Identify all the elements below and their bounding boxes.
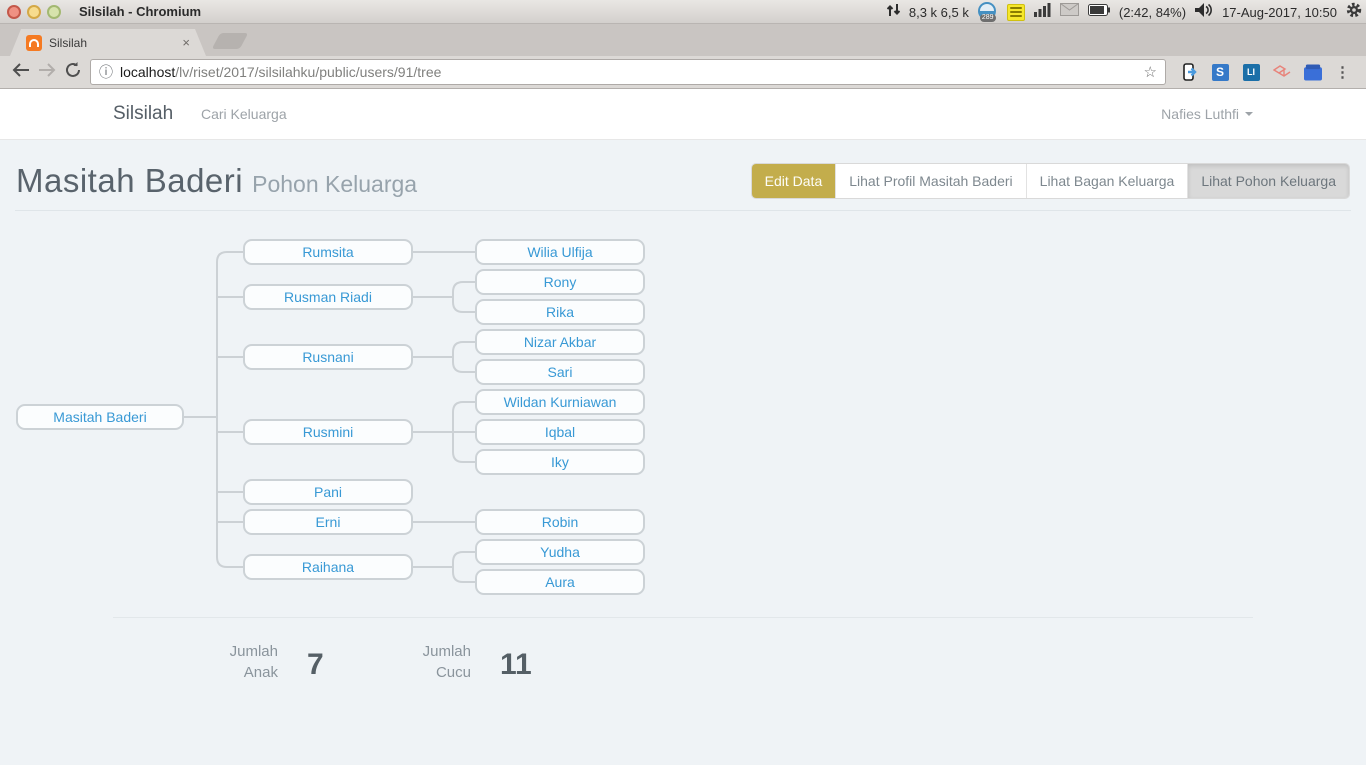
tree-node-grandchild[interactable]: Yudha (475, 539, 645, 565)
tree-node-grandchild[interactable]: Iqbal (475, 419, 645, 445)
signal-bars-icon[interactable] (1034, 3, 1051, 22)
tree-node-child[interactable]: Erni (243, 509, 413, 535)
battery-icon[interactable] (1088, 3, 1110, 21)
li-extension-icon[interactable]: LI (1243, 64, 1260, 81)
back-icon[interactable] (8, 62, 34, 82)
url-host: localhost (120, 64, 175, 80)
action-button-group: Edit Data Lihat Profil Masitah Baderi Li… (752, 164, 1349, 198)
bookmark-star-icon[interactable]: ☆ (1144, 63, 1157, 81)
lihat-profil-button[interactable]: Lihat Profil Masitah Baderi (835, 164, 1025, 198)
new-tab-button[interactable] (212, 33, 249, 49)
reload-icon[interactable] (60, 62, 86, 83)
tree-node-child[interactable]: Rumsita (243, 239, 413, 265)
tree-node-grandchild[interactable]: Rika (475, 299, 645, 325)
extension-icons: S LI ⋮ (1180, 63, 1354, 81)
browser-tabstrip: Silsilah × (0, 24, 1366, 56)
address-bar[interactable]: ⓘ localhost/lv/riset/2017/silsilahku/pub… (90, 59, 1166, 85)
tree-node-grandchild[interactable]: Nizar Akbar (475, 329, 645, 355)
tree-node-child[interactable]: Rusman Riadi (243, 284, 413, 310)
tree-node-grandchild[interactable]: Aura (475, 569, 645, 595)
browser-tab[interactable]: Silsilah × (10, 29, 206, 56)
tree-node-grandchild[interactable]: Wildan Kurniawan (475, 389, 645, 415)
tree-node-child[interactable]: Rusmini (243, 419, 413, 445)
forward-icon[interactable] (34, 62, 60, 82)
family-tree: Masitah Baderi Rumsita Rusman Riadi Rusn… (0, 230, 700, 615)
tree-node-child[interactable]: Raihana (243, 554, 413, 580)
clock[interactable]: 17-Aug-2017, 10:50 (1222, 5, 1337, 20)
xampp-favicon-icon (26, 35, 42, 51)
system-tray: 8,3 k 6,5 k 289 (2:42, 84%) 17-Aug-2017,… (887, 0, 1362, 24)
tree-node-grandchild[interactable]: Robin (475, 509, 645, 535)
browser-toolbar: ⓘ localhost/lv/riset/2017/silsilahku/pub… (0, 56, 1366, 89)
tab-title: Silsilah (49, 36, 87, 50)
gear-icon[interactable] (1346, 2, 1362, 23)
user-name: Nafies Luthfi (1161, 106, 1239, 122)
page-subtitle: Pohon Keluarga (252, 171, 417, 197)
stat-label-cucu: Jumlah Cucu (371, 641, 471, 683)
mail-envelope-icon[interactable] (1060, 3, 1079, 21)
tab-close-icon[interactable]: × (182, 36, 190, 49)
tree-node-child[interactable]: Rusnani (243, 344, 413, 370)
page-title: Masitah Baderi (16, 162, 243, 199)
send-to-phone-icon[interactable] (1180, 63, 1198, 81)
lihat-pohon-button[interactable]: Lihat Pohon Keluarga (1187, 164, 1349, 198)
stat-label-anak: Jumlah Anak (178, 641, 278, 683)
lihat-bagan-button[interactable]: Lihat Bagan Keluarga (1026, 164, 1188, 198)
page-heading: Masitah Baderi Pohon Keluarga (16, 162, 417, 200)
system-panel: Silsilah - Chromium 8,3 k 6,5 k 289 (2:4… (0, 0, 1366, 24)
tree-node-root[interactable]: Masitah Baderi (16, 404, 184, 430)
stat-value-anak: 7 (307, 648, 324, 682)
s-extension-icon[interactable]: S (1212, 64, 1229, 81)
footer-divider (113, 617, 1253, 618)
chevron-down-icon (1245, 112, 1253, 116)
app-navbar: Silsilah Cari Keluarga Nafies Luthfi (0, 89, 1366, 140)
volume-speaker-icon[interactable] (1195, 3, 1213, 22)
window-minimize-icon[interactable] (27, 5, 41, 19)
brand-link[interactable]: Silsilah (113, 103, 173, 125)
window-title: Silsilah - Chromium (79, 4, 201, 19)
indicator-badge-icon[interactable]: 289 (978, 2, 998, 22)
nav-link-cari-keluarga[interactable]: Cari Keluarga (201, 106, 287, 122)
browser-menu-icon[interactable]: ⋮ (1335, 63, 1350, 81)
url-text: localhost/lv/riset/2017/silsilahku/publi… (120, 64, 441, 80)
laravel-extension-icon[interactable] (1273, 63, 1291, 81)
edit-data-button[interactable]: Edit Data (752, 164, 836, 198)
network-rate: 8,3 k 6,5 k (909, 5, 969, 20)
tree-node-grandchild[interactable]: Iky (475, 449, 645, 475)
tree-node-grandchild[interactable]: Rony (475, 269, 645, 295)
window-maximize-icon[interactable] (47, 5, 61, 19)
info-circle-icon[interactable]: ⓘ (99, 62, 113, 82)
blue-box-extension-icon[interactable] (1304, 63, 1322, 81)
heading-divider (15, 210, 1351, 211)
user-dropdown[interactable]: Nafies Luthfi (1161, 106, 1253, 122)
battery-status: (2:42, 84%) (1119, 5, 1186, 20)
tree-node-child[interactable]: Pani (243, 479, 413, 505)
network-arrows-icon[interactable] (887, 3, 900, 22)
tree-node-grandchild[interactable]: Wilia Ulfija (475, 239, 645, 265)
stat-value-cucu: 11 (500, 648, 532, 682)
url-path: /lv/riset/2017/silsilahku/public/users/9… (175, 64, 441, 80)
notes-indicator-icon[interactable] (1007, 4, 1025, 21)
desktop-screen: Silsilah - Chromium 8,3 k 6,5 k 289 (2:4… (0, 0, 1366, 765)
window-close-icon[interactable] (7, 5, 21, 19)
tree-node-grandchild[interactable]: Sari (475, 359, 645, 385)
